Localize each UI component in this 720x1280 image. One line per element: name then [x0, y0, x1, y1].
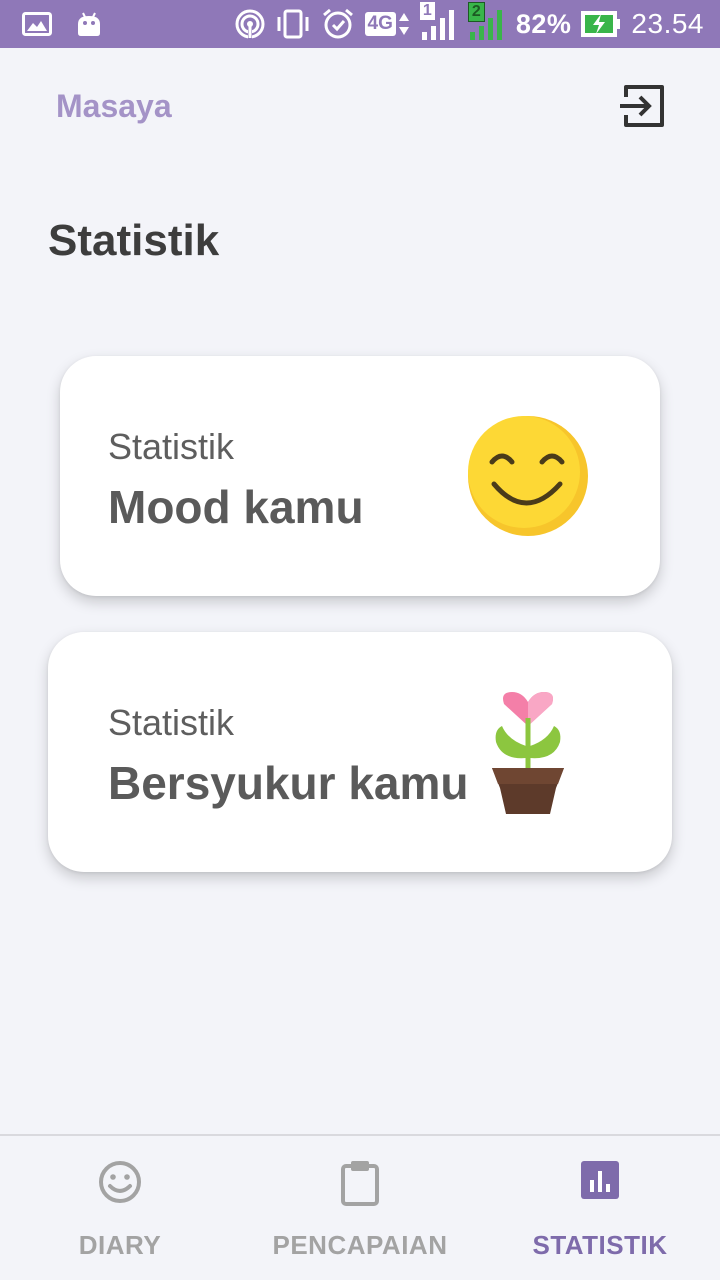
smiley-face-icon — [468, 416, 588, 536]
card-title: Bersyukur kamu — [108, 757, 469, 809]
card-subtitle: Statistik — [108, 426, 235, 467]
bottom-navigation: DIARY PENCAPAIAN STATISTIK — [0, 1134, 720, 1280]
alarm-icon — [322, 8, 353, 39]
logout-button[interactable] — [614, 78, 670, 134]
card-subtitle: Statistik — [108, 702, 235, 743]
heart-flower-pot-icon — [492, 692, 564, 814]
nav-label: PENCAPAIAN — [272, 1230, 448, 1260]
android-icon — [78, 12, 100, 36]
vibrate-icon — [277, 9, 309, 39]
gallery-icon — [22, 12, 52, 36]
network-4g-icon: 4G — [364, 11, 410, 37]
card-title: Mood kamu — [108, 481, 364, 533]
app-title: Masaya — [56, 88, 172, 124]
nav-label: DIARY — [78, 1230, 162, 1260]
clipboard-icon — [341, 1161, 379, 1206]
mood-stats-card[interactable]: Statistik Mood kamu — [60, 356, 660, 596]
hotspot-icon — [235, 9, 265, 39]
gratitude-stats-card[interactable]: Statistik Bersyukur kamu — [48, 632, 672, 872]
nav-item-statistik[interactable]: STATISTIK — [480, 1136, 720, 1280]
smiley-icon — [99, 1161, 141, 1203]
exit-icon — [620, 85, 664, 127]
bar-chart-icon — [581, 1161, 619, 1199]
clock: 23.54 — [631, 8, 704, 39]
page-title: Statistik — [48, 216, 220, 265]
nav-item-pencapaian[interactable]: PENCAPAIAN — [240, 1136, 480, 1280]
status-bar: 4G 1 2 82% 23.54 — [0, 0, 720, 48]
signal-sim1-icon: 1 — [419, 2, 458, 42]
nav-label: STATISTIK — [532, 1230, 668, 1260]
app-header: Masaya — [0, 48, 720, 163]
nav-item-diary[interactable]: DIARY — [0, 1136, 240, 1280]
battery-charging-icon — [581, 11, 621, 37]
battery-percent: 82% — [515, 8, 572, 39]
signal-sim2-icon: 2 — [467, 2, 506, 42]
